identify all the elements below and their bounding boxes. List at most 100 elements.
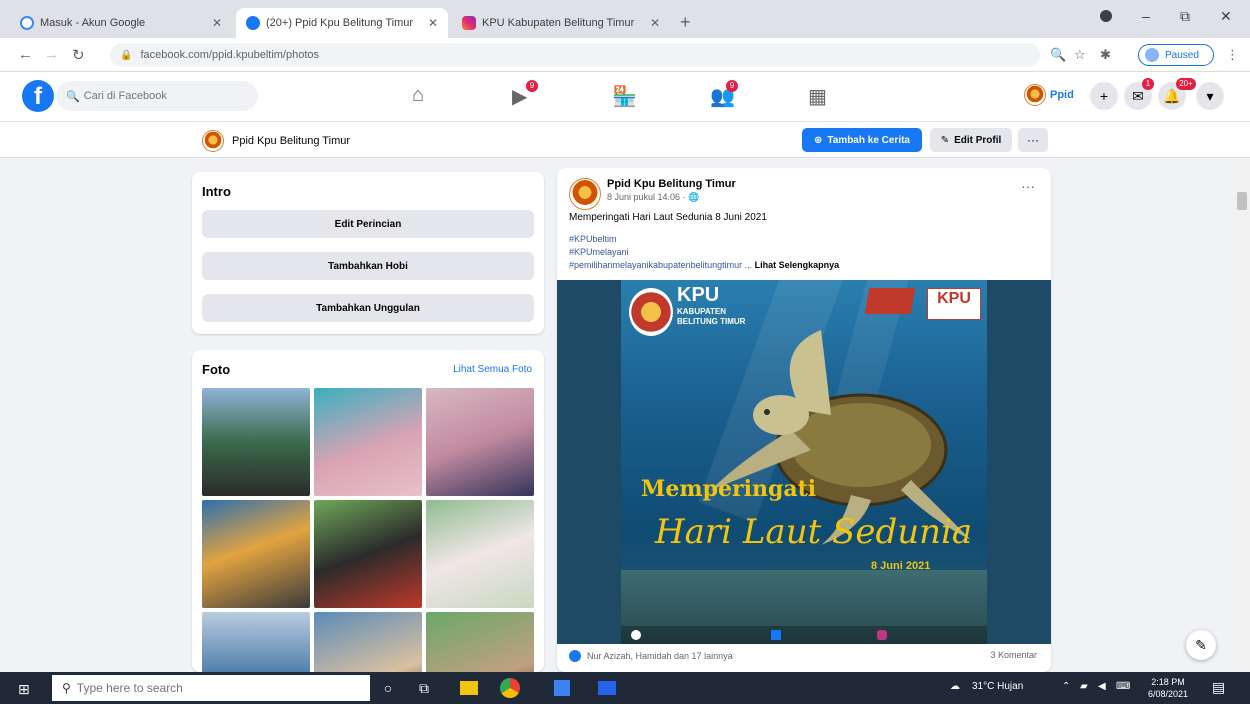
back-arrow-icon[interactable]: ← <box>18 46 33 63</box>
intro-title: Intro <box>202 184 231 199</box>
tab-close-icon[interactable]: ✕ <box>212 16 222 30</box>
photo-thumbnail[interactable] <box>314 388 422 496</box>
page-scrollbar[interactable] <box>1234 158 1250 672</box>
zoom-icon[interactable]: 🔍 <box>1050 47 1066 63</box>
facebook-favicon-icon <box>246 16 260 30</box>
taskbar-clock[interactable]: 2:18 PM 6/08/2021 <box>1148 676 1188 700</box>
network-icon[interactable]: ▰ <box>1080 681 1088 692</box>
chrome-icon[interactable] <box>500 678 520 698</box>
profile-name-link[interactable]: Ppid Kpu Belitung Timur <box>202 130 350 152</box>
notifications-center-icon[interactable]: ▤ <box>1212 679 1225 696</box>
create-plus-button[interactable]: + <box>1090 82 1118 110</box>
see-more-link[interactable]: Lihat Selengkapnya <box>755 260 840 270</box>
facebook-logo[interactable]: f <box>22 80 54 112</box>
website-icon <box>631 630 641 640</box>
browser-tab-google[interactable]: Masuk - Akun Google ✕ <box>10 8 232 38</box>
browser-tab-facebook[interactable]: (20+) Ppid Kpu Belitung Timur ✕ <box>236 8 448 38</box>
photo-thumbnail[interactable] <box>314 500 422 608</box>
reactions-text: Nur Azizah, Hamidah dan 17 lainnya <box>587 651 733 661</box>
poster-headline: Memperingati <box>641 476 817 502</box>
post-reactions[interactable]: Nur Azizah, Hamidah dan 17 lainnya <box>569 650 733 662</box>
cortana-icon[interactable]: ○ <box>378 678 398 698</box>
weather-text[interactable]: 31°C Hujan <box>972 681 1023 692</box>
browser-profile-button[interactable]: Paused <box>1138 44 1214 66</box>
browser-menu-icon[interactable]: ⋮ <box>1226 47 1239 63</box>
post-timestamp[interactable]: 8 Juni pukul 14.06 · 🌐 <box>607 192 699 203</box>
profile-shortcut[interactable]: Ppid <box>1024 84 1074 106</box>
photo-thumbnail[interactable] <box>202 612 310 672</box>
hashtag-line: #pemilihanmelayanikabupatenbelitungtimur… <box>569 260 840 270</box>
kpu-avatar <box>1024 84 1046 106</box>
word-icon[interactable] <box>598 681 616 695</box>
post-author-avatar[interactable] <box>569 178 601 210</box>
post-image[interactable]: KPU KABUPATEN BELITUNG TIMUR KPU Memperi… <box>557 280 1051 644</box>
marketplace-icon[interactable]: 🏪 <box>612 84 637 109</box>
minimize-icon[interactable]: – <box>1142 8 1150 24</box>
hashtag-link[interactable]: #KPUbeltim <box>569 234 617 244</box>
facebook-search[interactable]: 🔍 <box>56 81 258 111</box>
home-icon[interactable]: ⌂ <box>412 84 424 107</box>
tab-close-icon[interactable]: ✕ <box>650 16 660 30</box>
comments-count[interactable]: 3 Komentar <box>990 650 1037 660</box>
extensions-icon[interactable]: ✱ <box>1100 47 1111 63</box>
add-featured-button[interactable]: Tambahkan Unggulan <box>202 294 534 322</box>
edit-profile-button[interactable]: ✎ Edit Profil <box>930 128 1012 152</box>
language-icon[interactable]: ⌨ <box>1116 681 1130 692</box>
tab-close-icon[interactable]: ✕ <box>428 16 438 30</box>
file-explorer-icon[interactable] <box>460 681 478 695</box>
add-hobbies-button[interactable]: Tambahkan Hobi <box>202 252 534 280</box>
edit-details-button[interactable]: Edit Perincian <box>202 210 534 238</box>
poster-kpu-text: KPU <box>677 284 720 306</box>
restore-icon[interactable]: ⧉ <box>1180 8 1190 25</box>
new-message-button[interactable]: ✎ <box>1186 630 1216 660</box>
profile-shortcut-name: Ppid <box>1050 89 1074 101</box>
volume-icon[interactable]: ◀ <box>1098 681 1106 692</box>
chevron-down-icon: ▾ <box>1206 87 1214 104</box>
taskbar-search[interactable]: ⚲ <box>52 675 370 701</box>
photo-thumbnail[interactable] <box>202 500 310 608</box>
hari-laut-poster: KPU KABUPATEN BELITUNG TIMUR KPU Memperi… <box>621 280 987 644</box>
url-text: facebook.com/ppid.kpubeltim/photos <box>140 49 320 61</box>
more-options-button[interactable]: ··· <box>1018 128 1048 152</box>
account-menu-button[interactable]: ▾ <box>1196 82 1224 110</box>
hashtag-link[interactable]: #KPUmelayani <box>569 247 629 257</box>
intro-card: Intro Edit Perincian Tambahkan Hobi Tamb… <box>192 172 544 334</box>
store-icon[interactable] <box>554 680 570 696</box>
address-bar[interactable]: 🔒 facebook.com/ppid.kpubeltim/photos <box>110 43 1040 67</box>
add-story-button[interactable]: ⊕ Tambah ke Cerita <box>802 128 922 152</box>
hashtag-link[interactable]: #pemilihanmelayanikabupatenbelitungtimur <box>569 260 742 270</box>
browser-record-icon[interactable] <box>1100 10 1112 22</box>
scrollbar-thumb[interactable] <box>1237 192 1247 210</box>
bookmark-star-icon[interactable]: ☆ <box>1074 47 1086 63</box>
windows-start-icon[interactable]: ⊞ <box>18 681 30 698</box>
gaming-icon[interactable]: ▦ <box>808 84 827 109</box>
tray-chevron-icon[interactable]: ⌃ <box>1062 681 1070 692</box>
close-window-icon[interactable]: ✕ <box>1220 8 1232 25</box>
poster-date: 8 Juni 2021 <box>871 560 931 572</box>
photo-thumbnail[interactable] <box>426 612 534 672</box>
new-tab-button[interactable]: + <box>680 12 691 33</box>
photo-thumbnail[interactable] <box>426 500 534 608</box>
post-caption: Memperingati Hari Laut Sedunia 8 Juni 20… <box>569 212 767 223</box>
tab-label: (20+) Ppid Kpu Belitung Timur <box>266 17 414 29</box>
kpu-emblem-icon <box>629 288 673 336</box>
photo-thumbnail[interactable] <box>426 388 534 496</box>
compose-icon: ✎ <box>1195 636 1207 653</box>
plus-icon: + <box>1099 88 1109 104</box>
weather-icon[interactable]: ☁ <box>950 681 960 692</box>
forward-arrow-icon[interactable]: → <box>44 46 59 63</box>
photo-thumbnail[interactable] <box>314 612 422 672</box>
reload-icon[interactable]: ↻ <box>72 46 85 64</box>
kpu-badge: KPU <box>927 288 981 320</box>
instagram-small-icon <box>877 630 887 640</box>
see-all-photos-link[interactable]: Lihat Semua Foto <box>453 364 532 375</box>
browser-tab-instagram[interactable]: KPU Kabupaten Belitung Timur ✕ <box>452 8 670 38</box>
taskbar-search-input[interactable] <box>76 681 347 695</box>
post-options-icon[interactable]: ··· <box>1021 178 1035 194</box>
post-author-name[interactable]: Ppid Kpu Belitung Timur <box>607 178 736 190</box>
watch-badge: 9 <box>526 80 538 92</box>
task-view-icon[interactable]: ⧉ <box>414 678 434 698</box>
watch-video-icon[interactable]: ▶ <box>512 84 527 109</box>
photo-thumbnail[interactable] <box>202 388 310 496</box>
facebook-search-input[interactable] <box>83 90 244 102</box>
